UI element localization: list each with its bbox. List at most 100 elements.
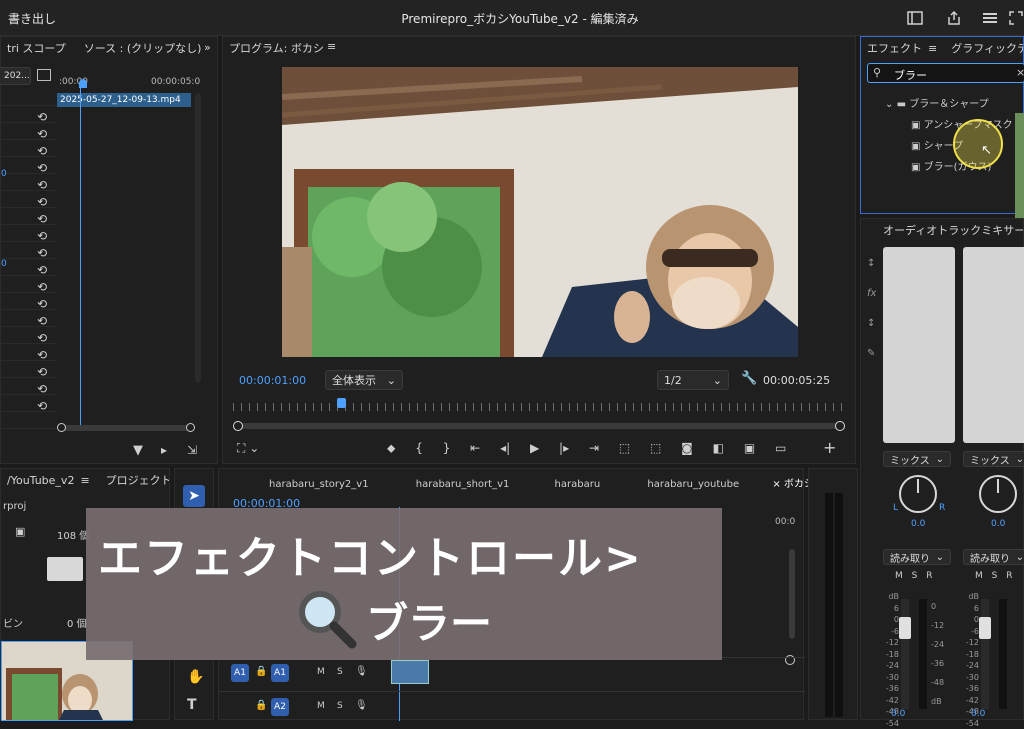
selection-tool-icon[interactable]: ➤ <box>183 485 205 507</box>
settings-icon[interactable] <box>37 69 51 81</box>
bin-icon[interactable]: ▣ <box>15 525 25 538</box>
program-zoom-bar[interactable] <box>237 423 843 429</box>
menu-icon[interactable] <box>980 8 1000 28</box>
effects-search[interactable]: ⚲ ブラー × <box>867 63 1024 83</box>
step-back-icon[interactable]: ◂| <box>500 441 510 455</box>
fader-track-2[interactable] <box>981 599 989 709</box>
marker-icon[interactable]: ⬥ <box>387 441 395 455</box>
transport-controls[interactable]: ⬥ { } ⇤ ◂| ▶ |▸ ⇥ ⬚ ⬚ ◙ ◧ ▣ ▭ <box>387 441 786 456</box>
goto-out-icon[interactable]: ⇥ <box>589 441 599 455</box>
extract-icon[interactable]: ⬚ <box>650 441 661 455</box>
tab-sequence[interactable]: harabaru_story2_v1 <box>269 479 369 490</box>
mix-select-1[interactable]: ミックス⌄ <box>883 451 951 467</box>
zoom-handle-left[interactable] <box>233 421 243 431</box>
tab-program[interactable]: プログラム: ボカシ <box>229 40 324 56</box>
msr-buttons-2[interactable]: M S R <box>975 571 1013 581</box>
fader-handle-2[interactable] <box>979 617 991 639</box>
filter-icon[interactable]: ▼ <box>133 443 143 458</box>
add-button-icon[interactable]: + <box>823 438 836 457</box>
zoom-handle-right[interactable] <box>186 423 195 432</box>
zoom-handle-left[interactable] <box>57 423 66 432</box>
mute-button[interactable]: M <box>317 701 325 711</box>
time-ruler[interactable] <box>233 403 847 411</box>
source-dropdown[interactable]: 202... <box>0 67 31 85</box>
panel-menu-icon[interactable]: ≡ <box>928 42 937 55</box>
mute-button[interactable]: M <box>317 667 325 677</box>
effects-rack-2[interactable] <box>963 247 1024 443</box>
lock-icon[interactable]: 🔒 <box>255 700 267 711</box>
effects-rack-1[interactable] <box>883 247 955 443</box>
type-tool-icon[interactable]: T <box>187 697 197 713</box>
export-label[interactable]: 書き出し <box>8 10 56 27</box>
mute-button[interactable]: M <box>895 571 903 581</box>
automation-select-1[interactable]: 読み取り⌄ <box>883 549 951 565</box>
zoom-handle-right[interactable] <box>835 421 845 431</box>
record-button[interactable]: R <box>1006 571 1012 581</box>
zoom-scroll[interactable] <box>59 425 189 431</box>
tab-sequence[interactable]: harabaru <box>555 479 601 490</box>
workspace-icon[interactable] <box>905 8 925 28</box>
compare-icon[interactable]: ◧ <box>713 441 724 455</box>
record-button[interactable]: R <box>926 571 932 581</box>
bin-folder-icon[interactable] <box>47 557 83 581</box>
share-icon[interactable] <box>944 8 964 28</box>
automation-select-2[interactable]: 読み取り⌄ <box>963 549 1024 565</box>
tab-sequence[interactable]: harabaru_youtube <box>647 479 739 490</box>
lock-icon[interactable]: 🔒 <box>255 666 267 677</box>
scrollbar[interactable] <box>195 93 201 383</box>
track-target-a1[interactable]: A1 <box>271 664 289 682</box>
hand-tool-icon[interactable]: ✋ <box>187 669 204 685</box>
goto-in-icon[interactable]: ⇤ <box>470 441 480 455</box>
solo-button[interactable]: S <box>337 701 343 711</box>
search-input[interactable]: ブラー <box>894 67 927 83</box>
tab-project[interactable]: プロジェクト <box>106 472 169 488</box>
audio-clip[interactable] <box>391 660 429 684</box>
panel-menu-icon[interactable]: ≡ <box>80 474 89 487</box>
zoom-select[interactable]: 全体表示⌄ <box>325 370 403 390</box>
vr-icon[interactable]: ▣ <box>744 441 755 455</box>
tab-effects[interactable]: エフェクト <box>867 40 922 56</box>
mute-button[interactable]: M <box>975 571 983 581</box>
play-icon[interactable]: ▶ <box>530 441 539 455</box>
msr-buttons-1[interactable]: M S R <box>895 571 933 581</box>
solo-button[interactable]: S <box>992 571 998 581</box>
effects-folder[interactable]: ⌄ ▬ ブラー＆シャープ <box>885 95 989 110</box>
video-scrollbar[interactable] <box>789 549 795 639</box>
panel-menu-icon[interactable]: ≡ <box>327 40 336 53</box>
clip-bar[interactable]: 2025-05-27_12-09-13.mp4 <box>57 93 191 107</box>
fit-icon[interactable]: ▭ <box>775 441 786 455</box>
tab-sequence[interactable]: /YouTube_v2 <box>7 474 74 487</box>
fullscreen-icon[interactable] <box>1008 8 1024 28</box>
fader-track-1[interactable] <box>901 599 909 709</box>
resolution-select[interactable]: 1/2⌄ <box>657 370 729 390</box>
fader-handle-1[interactable] <box>899 617 911 639</box>
source-patch-a1[interactable]: A1 <box>231 664 249 682</box>
clear-icon[interactable]: × <box>1016 66 1024 79</box>
panel-overflow-icon[interactable]: » <box>204 41 211 54</box>
tab-source[interactable]: ソース : (クリップなし) <box>84 40 202 56</box>
current-timecode[interactable]: 00:00:01:00 <box>239 374 306 387</box>
camera-icon[interactable]: ◙ <box>681 441 693 455</box>
mic-icon[interactable]: 🎙 <box>355 700 368 711</box>
render-icon[interactable]: ▸ <box>161 443 167 457</box>
video-frame[interactable] <box>282 67 798 357</box>
pan-knob-2[interactable] <box>979 475 1017 513</box>
wrench-icon[interactable]: 🔧 <box>741 371 757 386</box>
reset-icons[interactable]: ⟲⟲⟲⟲⟲⟲⟲⟲⟲⟲⟲⟲⟲⟲⟲⟲⟲⟲ <box>37 109 47 415</box>
pan-knob-1[interactable] <box>899 475 937 513</box>
lift-icon[interactable]: ⬚ <box>619 441 630 455</box>
track-target-a2[interactable]: A2 <box>271 698 289 716</box>
out-point-icon[interactable]: } <box>443 441 451 455</box>
program-playhead[interactable] <box>337 398 346 408</box>
solo-button[interactable]: S <box>337 667 343 677</box>
step-forward-icon[interactable]: |▸ <box>559 441 569 455</box>
safe-margin-icon[interactable]: ⛶ ⌄ <box>237 441 259 456</box>
mic-icon[interactable]: 🎙 <box>355 666 368 677</box>
tab-scope[interactable]: tri スコープ <box>7 40 66 56</box>
tab-audio-mixer[interactable]: オーディオトラックミキサー <box>883 222 1023 238</box>
export-frame-icon[interactable]: ⇲ <box>187 443 197 457</box>
tab-graphics[interactable]: グラフィックテ <box>951 40 1023 56</box>
mix-select-2[interactable]: ミックス⌄ <box>963 451 1024 467</box>
tab-sequence[interactable]: harabaru_short_v1 <box>416 479 510 490</box>
solo-button[interactable]: S <box>912 571 918 581</box>
